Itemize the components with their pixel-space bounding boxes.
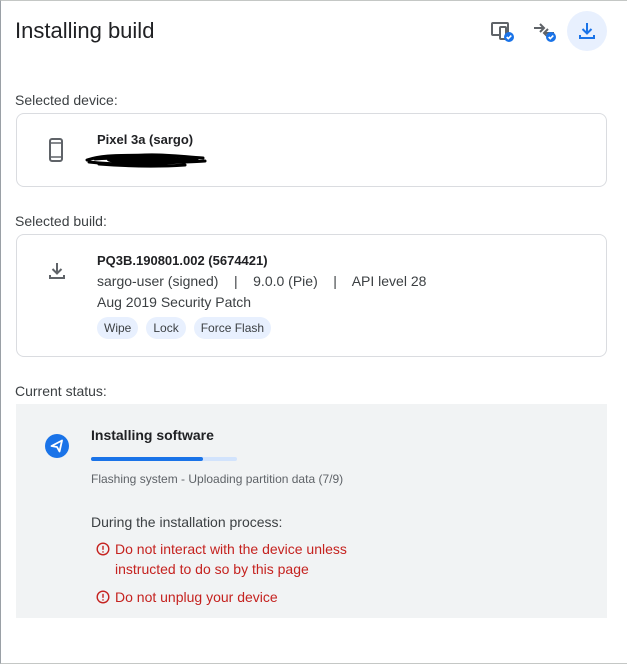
compare-check-button[interactable] (525, 11, 565, 51)
chip-wipe: Wipe (97, 317, 139, 339)
warning-text: Do not unplug your device (115, 589, 278, 605)
build-meta: sargo-user (signed) | 9.0.0 (Pie) | API … (97, 273, 427, 289)
send-icon (45, 434, 69, 458)
warning-icon (96, 590, 110, 604)
device-name: Pixel 3a (sargo) (97, 132, 194, 147)
device-card: Pixel 3a (sargo) (16, 113, 607, 187)
page-title: Installing build (15, 18, 155, 43)
status-title: Installing software (91, 427, 214, 443)
install-dialog: Installing build Selected device: Pixel … (0, 0, 627, 664)
status-detail: Flashing system - Uploading partition da… (91, 472, 344, 486)
chip-lock: Lock (146, 317, 186, 339)
build-card: PQ3B.190801.002 (5674421) sargo-user (si… (16, 234, 607, 357)
install-progress-fill (91, 457, 204, 461)
selected-device-label: Selected device: (15, 92, 118, 108)
device-check-icon (491, 22, 514, 42)
status-panel: Installing software Flashing system - Up… (16, 404, 607, 618)
header-toolbar (483, 11, 607, 51)
current-status-label: Current status: (15, 383, 107, 399)
build-id: PQ3B.190801.002 (5674421) (97, 253, 268, 268)
warning-text: Do not interact with the device unless i… (115, 541, 347, 577)
warning-icon (96, 542, 110, 556)
selected-build-label: Selected build: (15, 213, 107, 229)
redacted-serial (85, 153, 207, 168)
device-check-button[interactable] (483, 11, 523, 51)
build-download-icon (49, 263, 65, 279)
chip-force-flash: Force Flash (193, 317, 272, 339)
install-progress-bar (91, 457, 237, 461)
warning-no-interact: Do not interact with the device unless i… (96, 539, 375, 579)
download-icon (579, 23, 595, 39)
download-button[interactable] (567, 11, 607, 51)
phone-icon (49, 138, 63, 162)
compare-check-icon (534, 23, 556, 42)
process-heading: During the installation process: (91, 514, 283, 530)
build-security-patch: Aug 2019 Security Patch (97, 294, 252, 310)
build-options: Wipe Lock Force Flash (97, 317, 272, 339)
warning-no-unplug: Do not unplug your device (96, 587, 375, 607)
